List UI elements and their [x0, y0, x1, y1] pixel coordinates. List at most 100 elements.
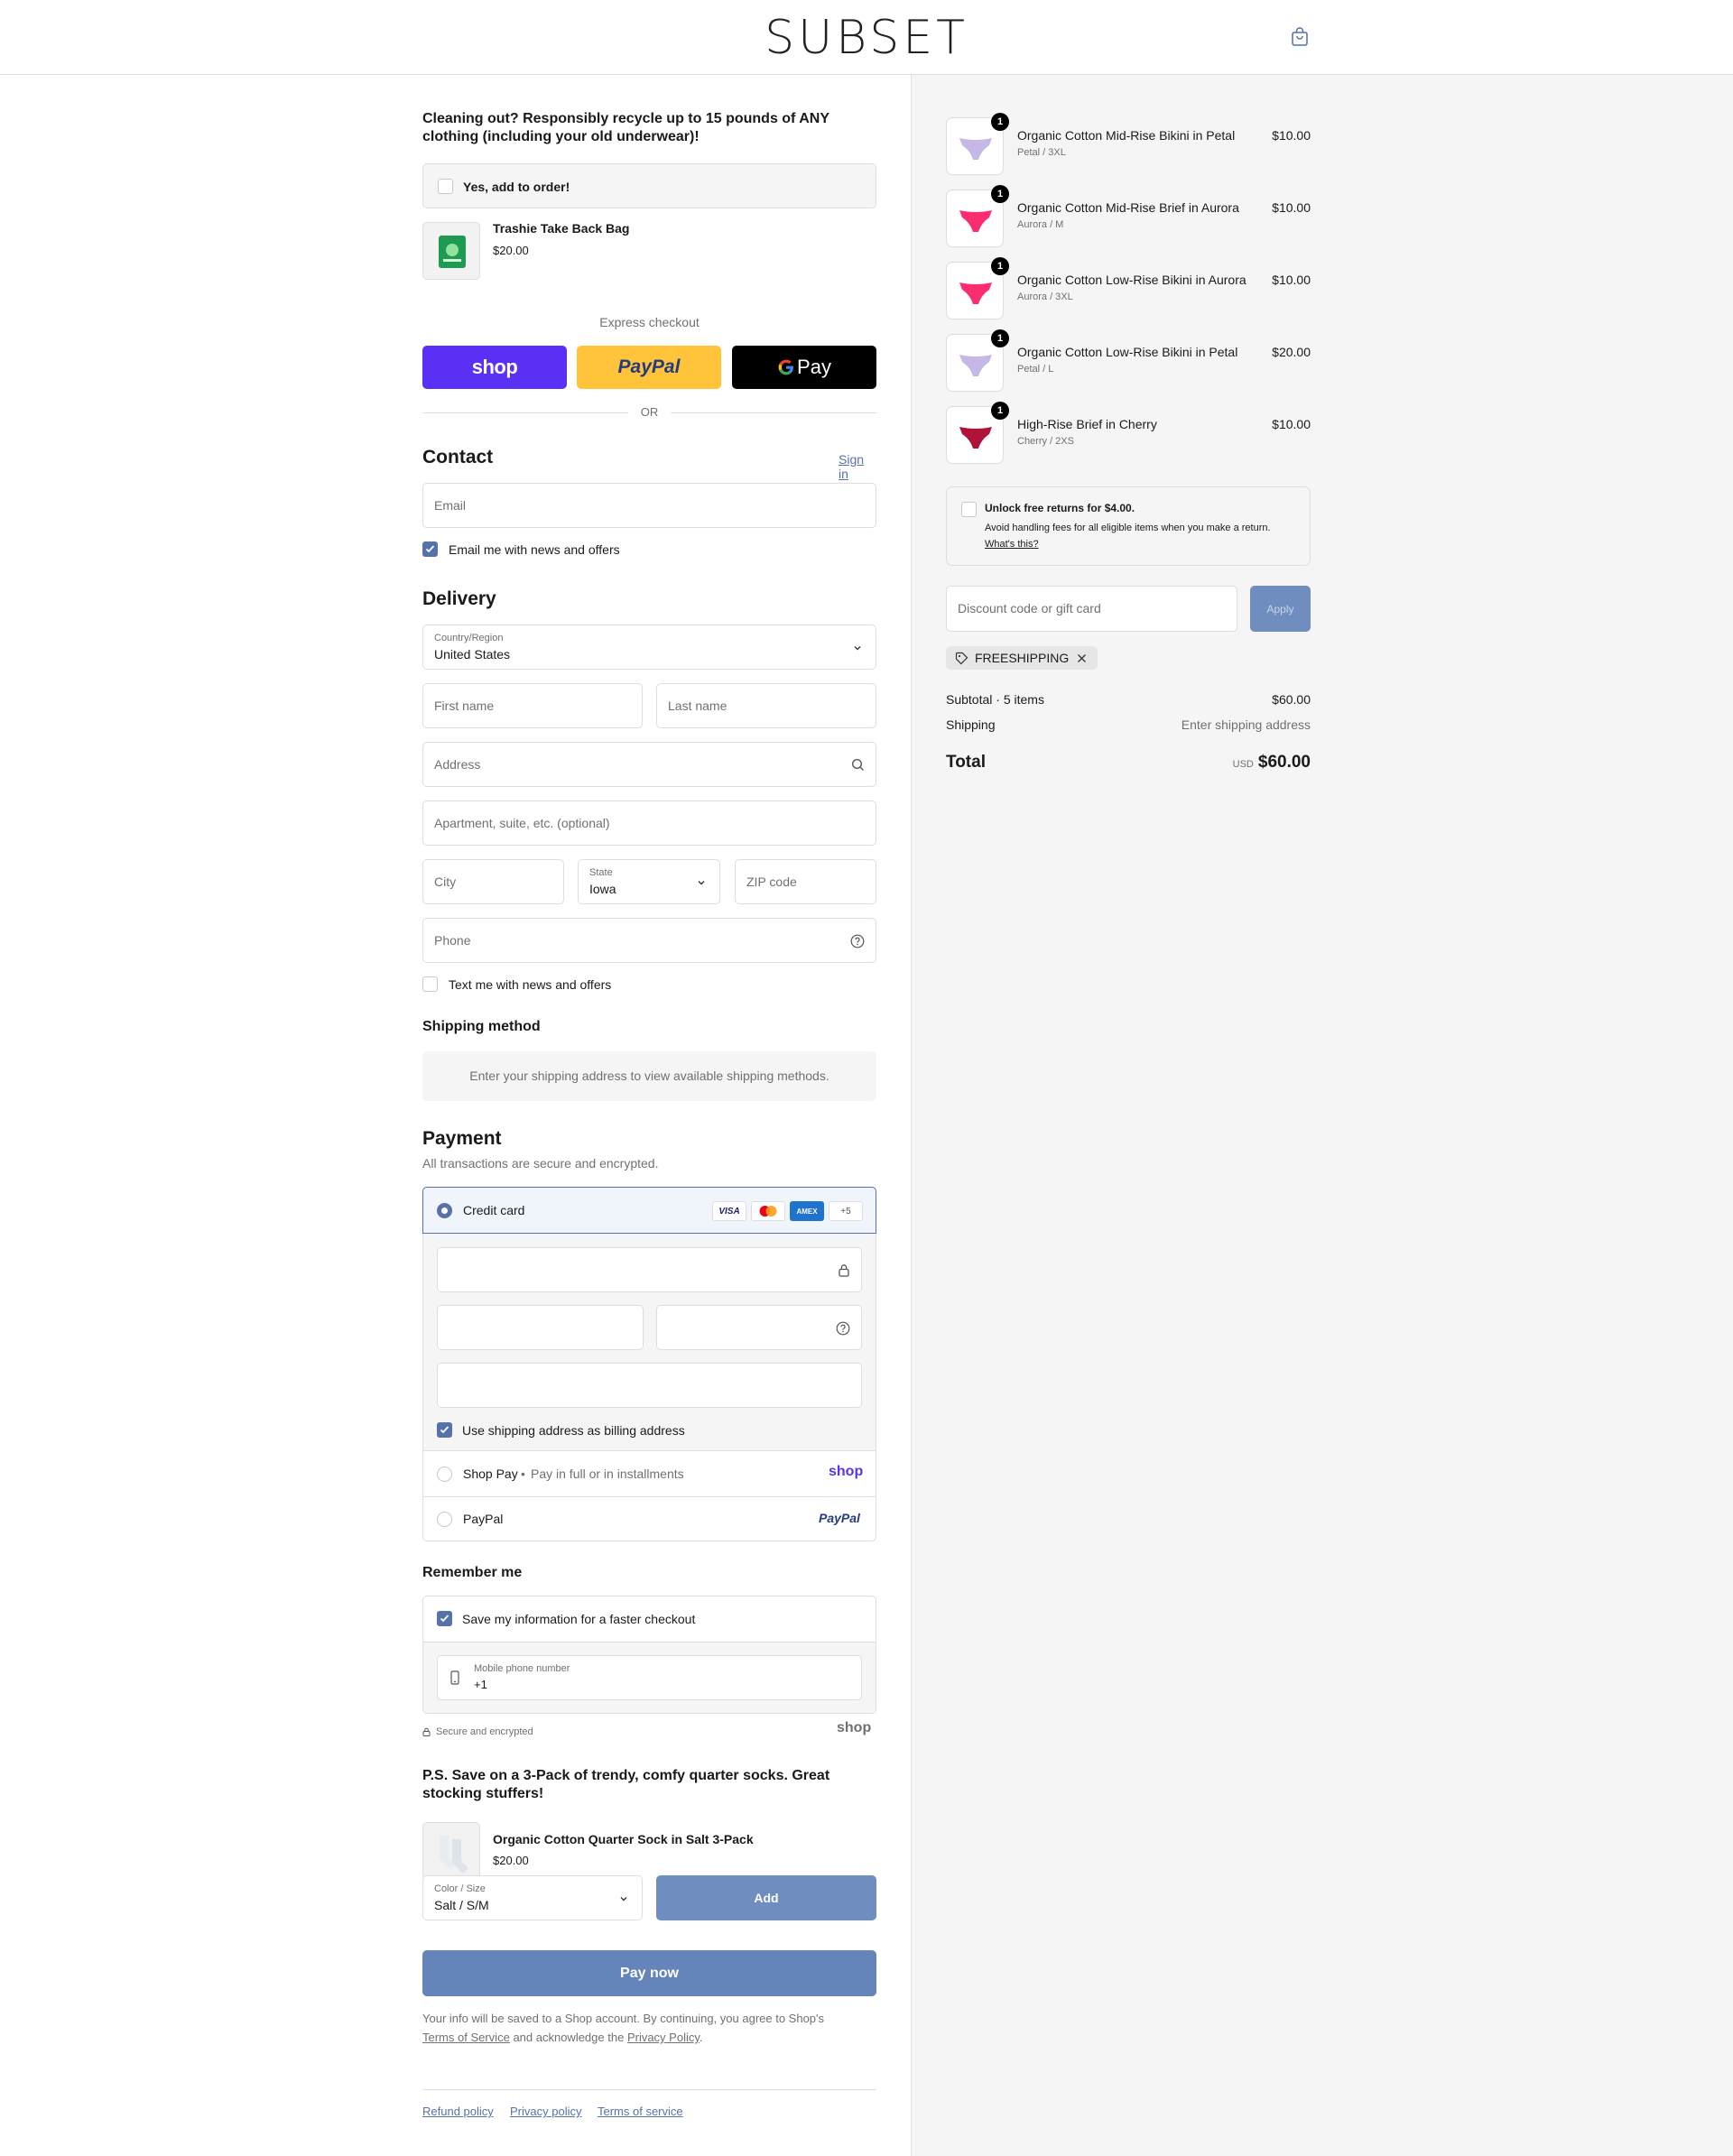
discount-code-input[interactable]: Discount code or gift card: [946, 586, 1237, 632]
socks-option-select[interactable]: Color / Size Salt / S/M: [422, 1875, 643, 1920]
product-name: High-Rise Brief in Cherry: [1017, 417, 1157, 431]
product-name: Organic Cotton Mid-Rise Brief in Aurora: [1017, 200, 1239, 215]
total-amount: USD $60.00: [1130, 753, 1311, 773]
text-optin-label: Text me with news and offers: [449, 977, 612, 992]
total-label: Total: [946, 753, 986, 772]
shipping-value: Enter shipping address: [1181, 717, 1311, 732]
free-returns-checkbox[interactable]: [961, 502, 977, 517]
add-to-order-label: Yes, add to order!: [463, 180, 570, 194]
product-price: $10.00: [1272, 128, 1311, 143]
product-price: $10.00: [1272, 273, 1311, 287]
amex-icon: AMEX: [790, 1201, 824, 1221]
privacy-policy-link[interactable]: Privacy policy: [510, 2105, 581, 2118]
add-recycle-option[interactable]: Yes, add to order!: [422, 163, 876, 208]
phone-field[interactable]: Phone: [422, 918, 876, 963]
paypal-logo: PayPal: [819, 1511, 860, 1525]
card-details-panel: Use shipping address as billing address: [423, 1234, 876, 1450]
add-to-order-checkbox[interactable]: [438, 179, 453, 194]
save-info-checkbox[interactable]: [437, 1611, 452, 1626]
help-icon[interactable]: [850, 934, 865, 948]
take-back-bag-price: $20.00: [493, 244, 529, 257]
subtotal-label: Subtotal · 5 items: [946, 692, 1044, 707]
close-icon[interactable]: [1077, 653, 1087, 663]
apply-discount-button[interactable]: Apply: [1250, 586, 1311, 632]
sign-in-link[interactable]: Sign in: [839, 452, 876, 481]
shop-privacy-link[interactable]: Privacy Policy: [627, 2031, 700, 2044]
currency-code: USD: [1232, 759, 1254, 770]
take-back-bag-image: [422, 222, 480, 280]
address-field[interactable]: Address: [422, 742, 876, 787]
whats-this-link[interactable]: What's this?: [985, 539, 1039, 550]
more-cards-badge: +5: [829, 1201, 863, 1221]
email-optin-checkbox[interactable]: [422, 541, 438, 557]
email-field[interactable]: Email: [422, 483, 876, 528]
paypal-button[interactable]: PayPal: [577, 346, 721, 389]
pay-now-button[interactable]: Pay now: [422, 1950, 876, 1996]
card-name-field[interactable]: [437, 1363, 862, 1408]
quantity-badge: 1: [991, 329, 1009, 347]
socks-name: Organic Cotton Quarter Sock in Salt 3-Pa…: [493, 1832, 754, 1846]
product-name: Organic Cotton Low-Rise Bikini in Petal: [1017, 345, 1238, 359]
terms-of-service-link[interactable]: Terms of service: [598, 2105, 683, 2118]
zip-field[interactable]: ZIP code: [735, 859, 876, 904]
shopping-bag-icon[interactable]: [1291, 27, 1309, 47]
quantity-badge: 1: [991, 185, 1009, 203]
add-socks-button[interactable]: Add: [656, 1875, 876, 1920]
applied-discount-tag: FREESHIPPING: [946, 646, 1098, 670]
product-price: $10.00: [1272, 417, 1311, 431]
mastercard-icon: [751, 1201, 785, 1221]
lock-icon: [839, 1264, 849, 1277]
product-variant: Aurora / 3XL: [1017, 291, 1073, 302]
product-name: Organic Cotton Mid-Rise Bikini in Petal: [1017, 128, 1236, 143]
billing-same-checkbox[interactable]: [437, 1422, 452, 1438]
shipping-method-heading: Shipping method: [422, 1019, 541, 1034]
state-select[interactable]: State Iowa: [578, 859, 720, 904]
product-price: $20.00: [1272, 345, 1311, 359]
shop-pay-radio[interactable]: [437, 1467, 452, 1482]
first-name-field[interactable]: First name: [422, 683, 643, 728]
paypal-radio[interactable]: [437, 1512, 452, 1527]
email-optin-label: Email me with news and offers: [449, 542, 620, 557]
billing-same-label: Use shipping address as billing address: [462, 1423, 685, 1438]
or-label: OR: [640, 405, 659, 419]
remember-me-heading: Remember me: [422, 1565, 523, 1580]
footer-divider: [422, 2089, 876, 2090]
free-returns-title: Unlock free returns for $4.00.: [985, 502, 1135, 514]
google-pay-button[interactable]: Pay: [732, 346, 876, 389]
mobile-phone-field[interactable]: Mobile phone number +1: [437, 1655, 862, 1700]
free-returns-description: Avoid handling fees for all eligible ite…: [985, 523, 1271, 533]
take-back-bag-name: Trashie Take Back Bag: [493, 221, 630, 236]
product-variant: Petal / 3XL: [1017, 147, 1066, 158]
total-value: $60.00: [1257, 753, 1311, 772]
chevron-down-icon: [620, 1897, 627, 1902]
credit-card-radio[interactable]: [437, 1203, 452, 1218]
help-icon[interactable]: [836, 1321, 850, 1336]
text-optin-checkbox[interactable]: [422, 976, 438, 992]
delivery-heading: Delivery: [422, 588, 496, 609]
subtotal-value: $60.00: [1272, 692, 1311, 707]
legal-notice: Your info will be saved to a Shop accoun…: [422, 2012, 825, 2044]
order-summary-panel: [911, 75, 1733, 2156]
card-expiry-field[interactable]: [437, 1305, 644, 1350]
credit-card-option[interactable]: Credit card VISA AMEX +5: [422, 1187, 876, 1234]
shop-pay-option[interactable]: Shop Pay • Pay in full or in installment…: [423, 1451, 876, 1496]
shipping-label: Shipping: [946, 717, 996, 732]
refund-policy-link[interactable]: Refund policy: [422, 2105, 494, 2118]
express-checkout-label: Express checkout: [599, 315, 700, 329]
shop-terms-link[interactable]: Terms of Service: [422, 2031, 510, 2044]
card-number-field[interactable]: [437, 1247, 862, 1292]
product-variant: Cherry / 2XS: [1017, 436, 1074, 447]
country-select[interactable]: Country/Region United States: [422, 625, 876, 670]
card-cvv-field[interactable]: [656, 1305, 862, 1350]
product-name: Organic Cotton Low-Rise Bikini in Aurora: [1017, 273, 1246, 287]
secure-encrypted-label: Secure and encrypted: [436, 1726, 533, 1737]
last-name-field[interactable]: Last name: [656, 683, 876, 728]
product-variant: Aurora / M: [1017, 219, 1064, 230]
shop-pay-button[interactable]: shop: [422, 346, 567, 389]
paypal-option[interactable]: PayPal PayPal: [423, 1497, 876, 1541]
city-field[interactable]: City: [422, 859, 564, 904]
store-logo[interactable]: SUBSET: [0, 11, 1733, 65]
visa-icon: VISA: [712, 1201, 746, 1221]
apartment-field[interactable]: Apartment, suite, etc. (optional): [422, 800, 876, 846]
socks-promo-title: P.S. Save on a 3-Pack of trendy, comfy q…: [422, 1768, 830, 1801]
